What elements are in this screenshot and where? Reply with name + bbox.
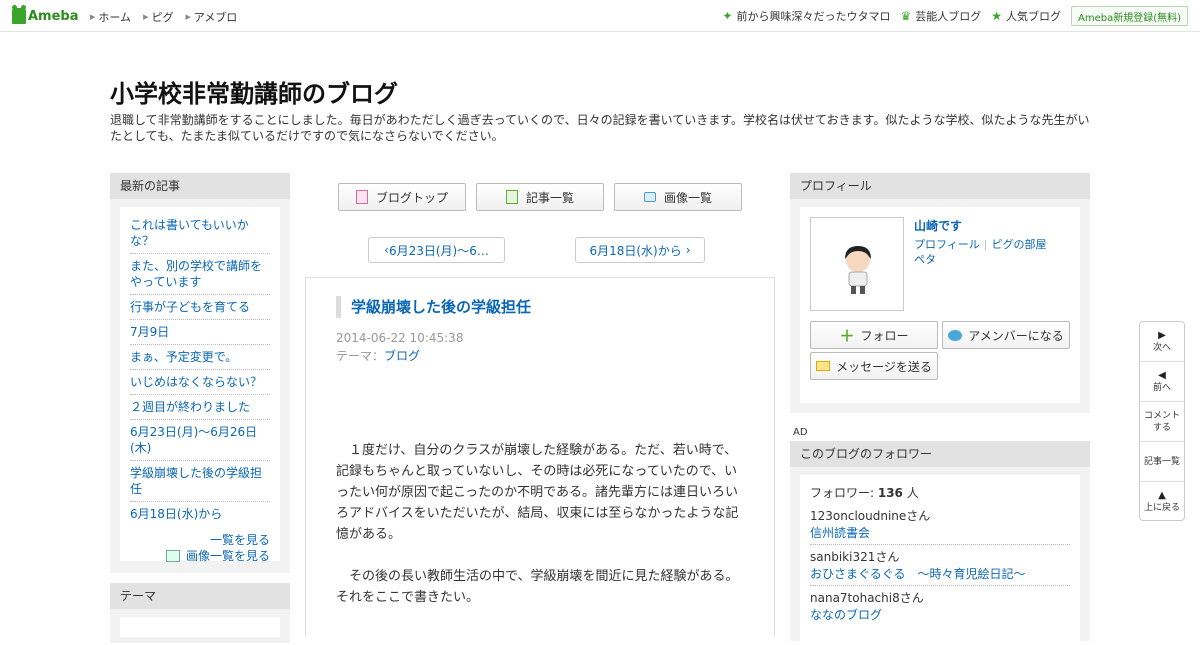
- triangle-icon: ▶: [90, 13, 96, 21]
- nav-pig[interactable]: ▶ ピグ: [143, 9, 173, 25]
- profile-header: プロフィール: [790, 173, 1090, 199]
- next-button[interactable]: ▶ 次へ: [1140, 322, 1184, 362]
- amember-button[interactable]: アメンバーになる: [942, 321, 1070, 349]
- blog-top-button[interactable]: ブログトップ: [338, 183, 466, 211]
- list-item[interactable]: まぁ、予定変更で。: [130, 345, 270, 370]
- camera-icon: [643, 192, 656, 202]
- avatar[interactable]: [810, 217, 904, 311]
- arrow-up-icon: ▲: [1158, 490, 1166, 501]
- list-more-link[interactable]: 一覧を見る: [210, 533, 270, 547]
- theme-panel: テーマ: [110, 583, 290, 643]
- next-article-button[interactable]: 6月18日(水)から ›: [575, 237, 705, 263]
- chat-bubble-icon: [948, 329, 963, 341]
- header-links: ✦ 前から興味深々だったウタマロ ♛ 芸能人ブログ ★ 人気ブログ Ameba新規登録…: [722, 6, 1188, 26]
- prev-button[interactable]: ◀ 前へ: [1140, 362, 1184, 402]
- celebrity-blog-link[interactable]: ♛ 芸能人ブログ: [900, 8, 981, 24]
- recent-articles-list: これは書いてもいいかな？ また、別の学校で講師をやっています 行事が子どもを育て…: [120, 207, 280, 526]
- person-avatar-icon: [845, 246, 871, 294]
- list-item[interactable]: いじめはなくならない？: [130, 370, 270, 395]
- back-to-top-button[interactable]: ▲ 上に戻る: [1140, 482, 1184, 522]
- follower-blog-link[interactable]: ななのブログ: [810, 608, 882, 622]
- recent-articles-panel: 最新の記事 これは書いてもいいかな？ また、別の学校で講師をやっています 行事が…: [110, 173, 290, 573]
- followers-panel: このブログのフォロワー フォロワー: 136 人 123oncloudnineさ…: [790, 441, 1090, 645]
- follower-blog-link[interactable]: 信州読書会: [810, 526, 870, 540]
- register-button[interactable]: Ameba新規登録(無料): [1070, 6, 1188, 26]
- theme-link[interactable]: ブログ: [384, 349, 420, 363]
- envelope-icon: [816, 361, 831, 371]
- article-title[interactable]: 学級崩壊した後の学級担任: [336, 296, 531, 318]
- profile-links: プロフィール | ピグの部屋 ペタ: [914, 238, 1047, 266]
- blog-description: 退職して非常勤講師をすることにしました。毎日があわただしく過ぎ去っていくので、日…: [110, 113, 1090, 143]
- image-list-button[interactable]: 画像一覧: [614, 183, 742, 211]
- profile-name[interactable]: 山崎です: [914, 217, 962, 234]
- list-item[interactable]: これは書いてもいいかな？: [130, 213, 270, 254]
- pig-room-link[interactable]: ピグの部屋: [992, 238, 1047, 251]
- list-item[interactable]: 学級崩壊した後の学級担任: [130, 461, 270, 502]
- copy-icon: [505, 190, 518, 204]
- followers-body: フォロワー: 136 人 123oncloudnineさん 信州読書会 sanb…: [800, 475, 1080, 645]
- nav-ameblo[interactable]: ▶ アメブロ: [185, 9, 237, 25]
- followers-header: このブログのフォロワー: [790, 441, 1090, 467]
- article-list-float-button[interactable]: 記事一覧: [1140, 442, 1184, 482]
- profile-link[interactable]: プロフィール: [914, 238, 980, 251]
- list-item[interactable]: 7月9日: [130, 320, 270, 345]
- frog-icon: [12, 5, 26, 24]
- follower-user: nana7tohachi8さん: [810, 591, 924, 605]
- document-icon: [355, 190, 368, 204]
- list-item[interactable]: 行事が子どもを育てる: [130, 295, 270, 320]
- global-nav: ▶ ホーム ▶ ピグ ▶ アメブロ: [90, 9, 249, 25]
- arrow-left-icon: ◀: [1158, 369, 1166, 381]
- promo-link[interactable]: ✦ 前から興味深々だったウタマロ: [722, 8, 890, 24]
- follower-user: 123oncloudnineさん: [810, 509, 931, 523]
- popular-blog-link[interactable]: ★ 人気ブログ: [991, 8, 1061, 24]
- recent-articles-header: 最新の記事: [110, 173, 290, 199]
- list-item: nana7tohachi8さん ななのブログ: [810, 590, 1070, 626]
- list-item: 123oncloudnineさん 信州読書会: [810, 508, 1070, 545]
- peta-link[interactable]: ペタ: [914, 253, 936, 266]
- ad-label: AD: [793, 427, 808, 438]
- follower-count: フォロワー: 136 人: [810, 486, 919, 500]
- follower-user: sanbiki321さん: [810, 550, 900, 564]
- image-list-icon: [165, 550, 180, 562]
- list-item[interactable]: 6月23日(月)～6月26日(木): [130, 420, 270, 461]
- triangle-icon: ▶: [185, 13, 191, 21]
- top-bar: Ameba ▶ ホーム ▶ ピグ ▶ アメブロ ✦ 前から興味深々だったウタマロ ♛ 芸能…: [0, 0, 1200, 32]
- comment-button[interactable]: コメント する: [1140, 402, 1184, 442]
- sparkle-icon: ✦: [722, 9, 733, 23]
- follow-button[interactable]: ＋フォロー: [810, 321, 938, 349]
- image-more-link[interactable]: 画像一覧を見る: [186, 548, 270, 564]
- list-item[interactable]: また、別の学校で講師をやっています: [130, 254, 270, 295]
- follower-blog-link[interactable]: おひさまぐるぐる ～時々育児絵日記～: [810, 567, 1026, 581]
- list-item[interactable]: 6月18日(水)から: [130, 502, 270, 526]
- list-item: sanbiki321さん おひさまぐるぐる ～時々育児絵日記～: [810, 549, 1070, 586]
- profile-panel: プロフィール 山崎です プロフィール | ピグの部屋 ペタ ＋フォロー アメンバーに…: [790, 173, 1090, 413]
- blog-title[interactable]: 小学校非常勤講師のブログ: [110, 74, 398, 109]
- triangle-icon: ▶: [143, 13, 149, 21]
- logo-text: Ameba: [28, 8, 79, 24]
- chevron-right-icon: ›: [685, 243, 691, 257]
- article-date: 2014-06-22 10:45:38: [336, 331, 464, 345]
- send-message-button[interactable]: メッセージを送る: [810, 352, 938, 380]
- list-item[interactable]: ２週目が終わりました: [130, 395, 270, 420]
- nav-home[interactable]: ▶ ホーム: [90, 9, 131, 25]
- crown-icon: ♛: [900, 9, 912, 23]
- recent-articles-body: これは書いてもいいかな？ また、別の学校で講師をやっています 行事が子どもを育て…: [120, 207, 280, 564]
- article-paragraph: その後の長い教師生活の中で、学級崩壊を間近に見た経験がある。それをここで書きたい…: [336, 569, 739, 605]
- prev-article-button[interactable]: ‹ 6月23日(月)～6…: [368, 237, 505, 263]
- profile-body: 山崎です プロフィール | ピグの部屋 ペタ ＋フォロー アメンバーになる メッセー…: [800, 207, 1080, 403]
- ameba-logo[interactable]: Ameba: [12, 5, 79, 24]
- star-icon: ★: [991, 9, 1002, 23]
- article: 学級崩壊した後の学級担任 2014-06-22 10:45:38 テーマ：ブログ…: [305, 277, 775, 637]
- article-list-button[interactable]: 記事一覧: [476, 183, 604, 211]
- floating-nav: ▶ 次へ ◀ 前へ コメント する 記事一覧 ▲ 上に戻る: [1139, 321, 1185, 521]
- article-paragraph: １度だけ、自分のクラスが崩壊した経験がある。ただ、若い時で、記録もちゃんと取って…: [336, 443, 739, 542]
- plus-icon: ＋: [839, 326, 855, 345]
- article-theme: テーマ：ブログ: [336, 349, 421, 363]
- arrow-right-icon: ▶: [1158, 329, 1166, 341]
- theme-header: テーマ: [110, 583, 290, 609]
- article-body: １度だけ、自分のクラスが崩壊した経験がある。ただ、若い時で、記録もちゃんと取って…: [336, 440, 746, 629]
